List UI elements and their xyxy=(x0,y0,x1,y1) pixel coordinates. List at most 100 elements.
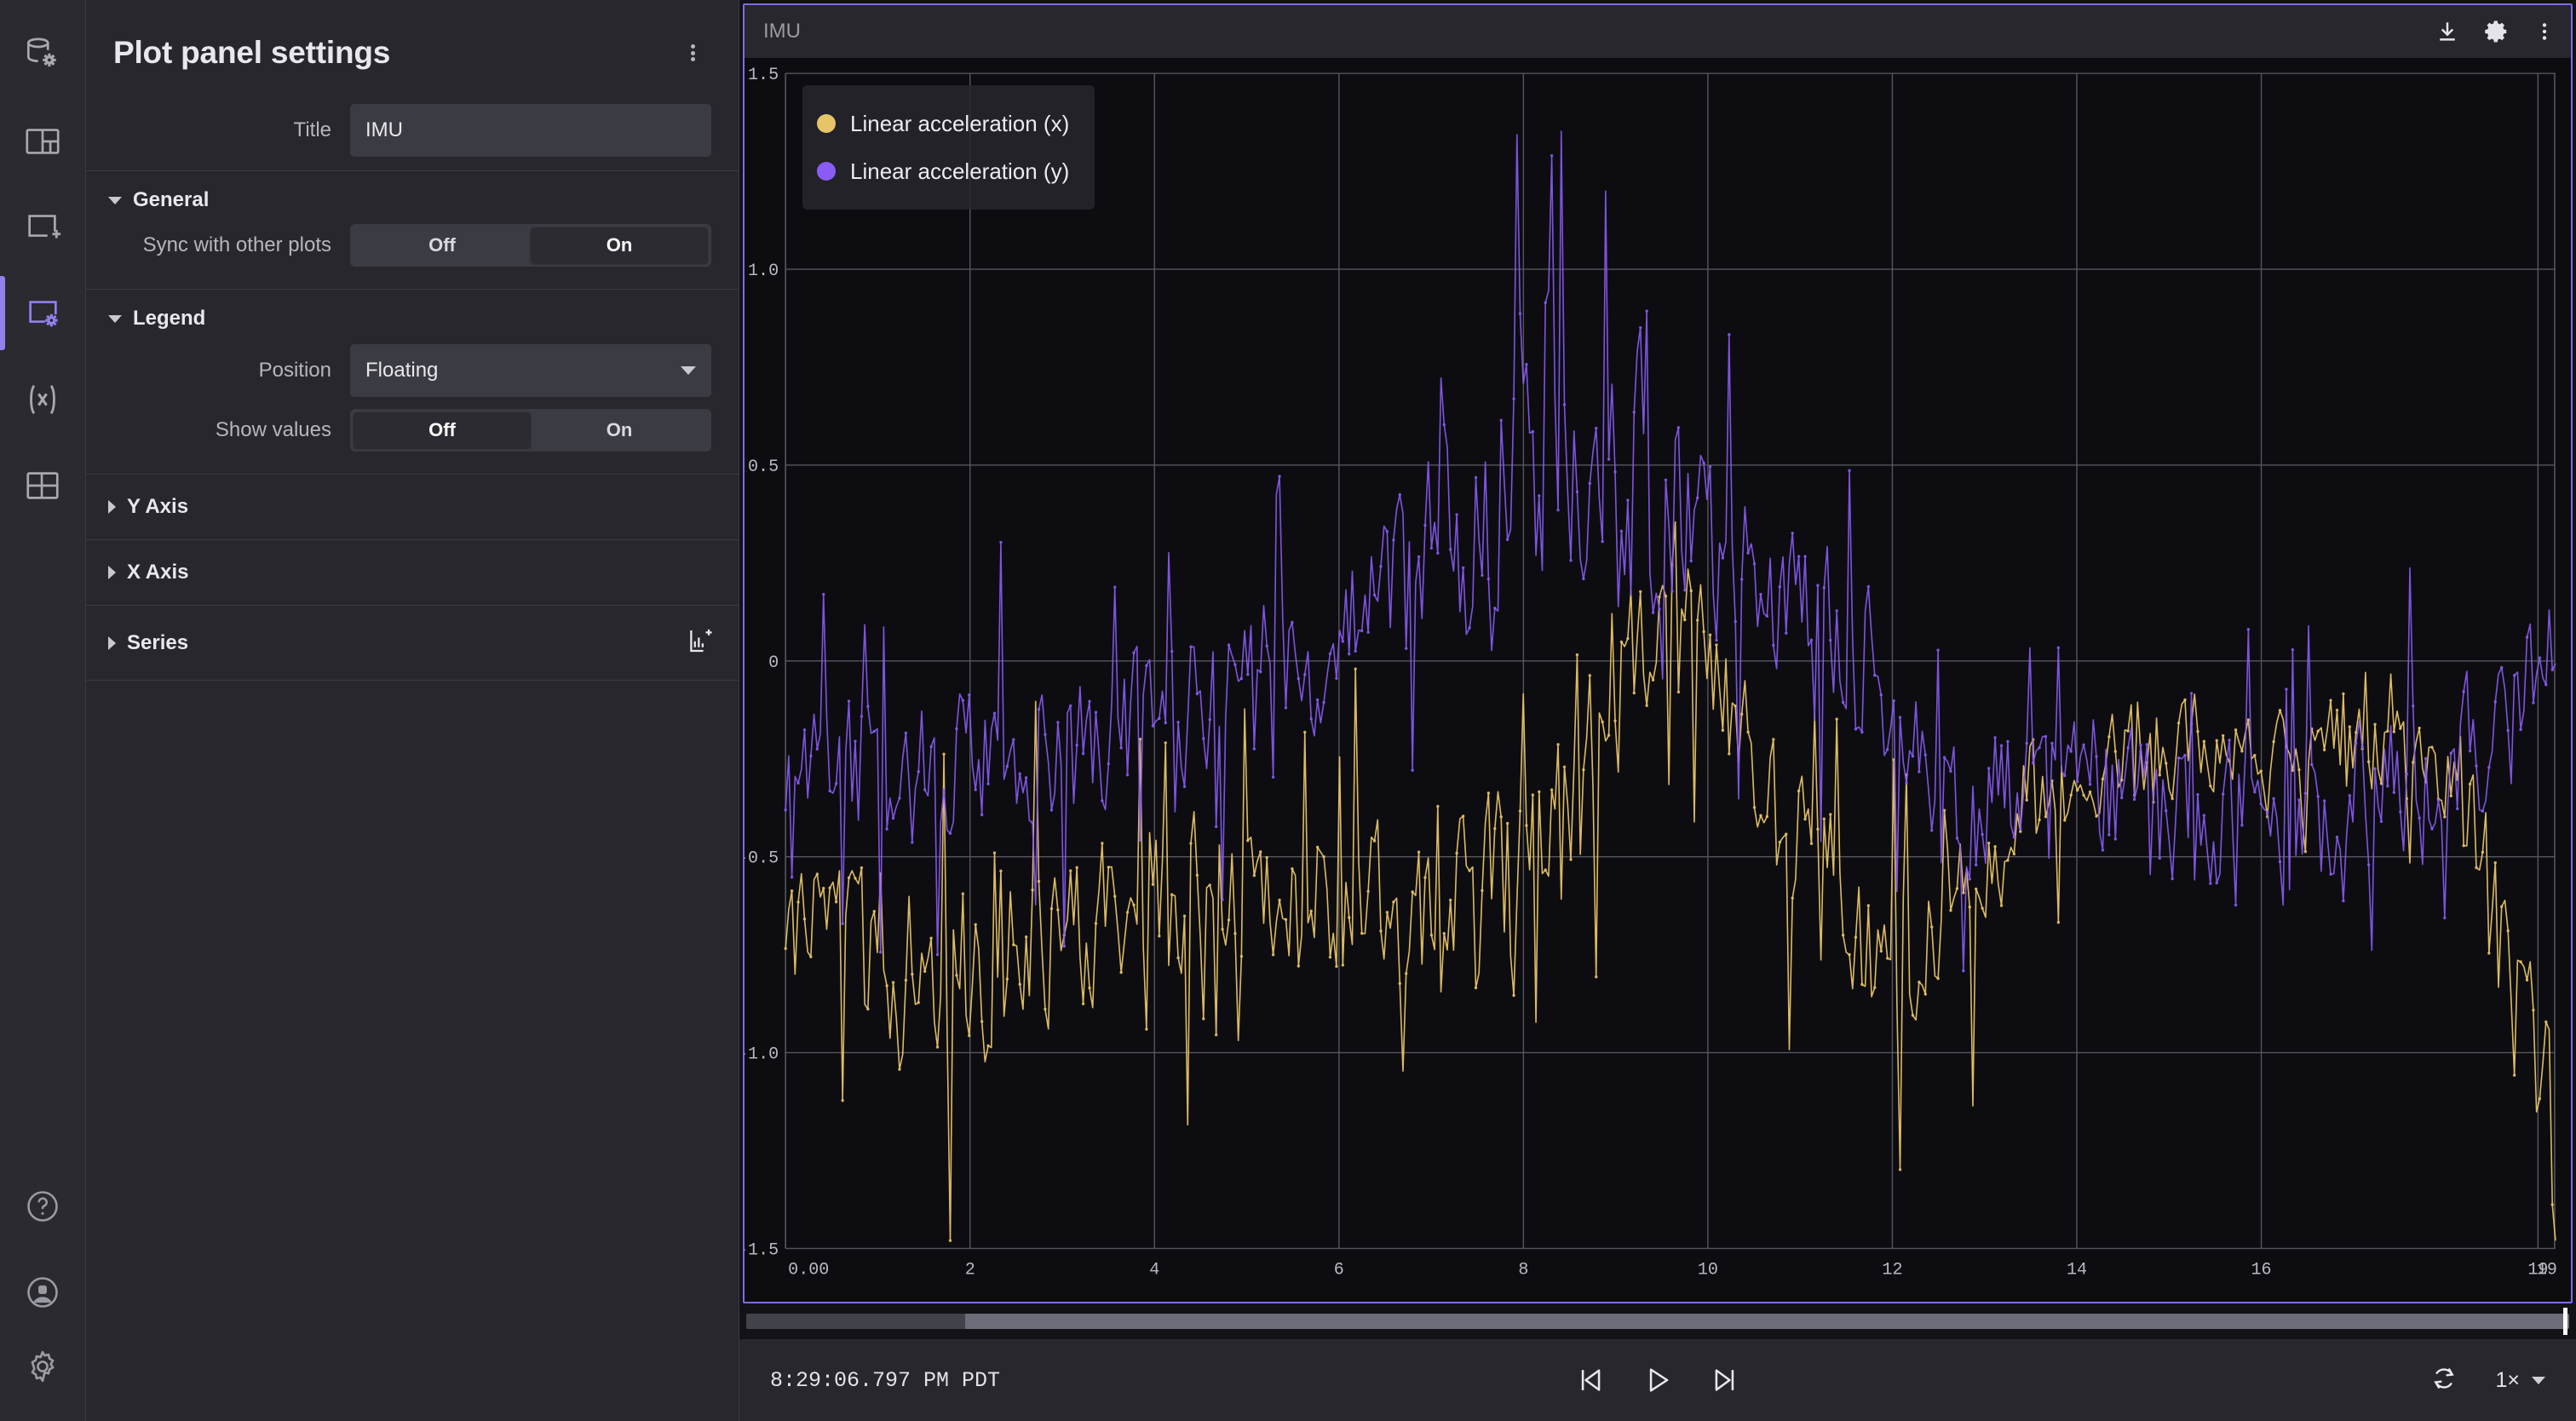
section-y-axis[interactable]: Y Axis xyxy=(86,474,739,539)
chevron-right-icon xyxy=(108,636,116,650)
svg-text:4: 4 xyxy=(1149,1261,1159,1280)
section-general: General Sync with other plots Off On xyxy=(86,170,739,289)
variables-icon xyxy=(21,378,64,421)
section-general-label: General xyxy=(133,188,209,212)
transport-controls xyxy=(1573,1364,1742,1396)
playback-right-controls: 1× xyxy=(2429,1363,2545,1398)
playback-timestamp: 8:29:06.797 PM PDT xyxy=(770,1368,1000,1393)
plot-panel-frame: IMU xyxy=(743,3,2573,1303)
layout-icon xyxy=(23,122,62,161)
svg-text:0.5: 0.5 xyxy=(748,457,779,477)
svg-text:0: 0 xyxy=(768,653,779,673)
plot-title: IMU xyxy=(763,20,801,43)
show-values-toggle-off[interactable]: Off xyxy=(354,412,531,448)
seek-backward-button[interactable] xyxy=(1573,1364,1606,1396)
svg-text:-0.5: -0.5 xyxy=(745,849,779,869)
scrubber-handle[interactable] xyxy=(2563,1308,2567,1335)
chevron-down-icon xyxy=(108,197,122,204)
playback-scrubber[interactable] xyxy=(739,1303,2576,1339)
sidebar-item-data-source[interactable] xyxy=(0,12,86,98)
repeat-icon[interactable] xyxy=(2429,1363,2459,1398)
sync-row: Sync with other plots Off On xyxy=(86,219,739,289)
svg-text:16: 16 xyxy=(2251,1261,2272,1280)
show-values-toggle-on[interactable]: On xyxy=(531,412,708,448)
legend-position-row: Position Floating xyxy=(86,337,739,397)
sidebar-item-add-panel[interactable] xyxy=(0,184,86,270)
sidebar-item-panel-settings[interactable] xyxy=(0,270,86,356)
scrubber-track[interactable] xyxy=(746,1314,2569,1329)
plot-canvas[interactable]: 1.51.00.50-0.5-1.0-1.50.0024681012141619… xyxy=(745,58,2571,1302)
add-series-icon[interactable] xyxy=(686,626,715,659)
section-y-axis-label: Y Axis xyxy=(127,495,188,519)
show-values-row: Show values Off On xyxy=(86,397,739,474)
chevron-down-icon xyxy=(108,315,122,323)
kebab-dot xyxy=(691,44,695,49)
section-series[interactable]: Series xyxy=(86,605,739,680)
legend-color-dot xyxy=(817,162,836,181)
legend-position-value: Floating xyxy=(365,359,438,383)
sidebar-item-account[interactable] xyxy=(0,1249,86,1335)
section-legend-header[interactable]: Legend xyxy=(86,290,739,337)
section-x-axis[interactable]: X Axis xyxy=(86,539,739,605)
chevron-down-icon xyxy=(681,366,696,375)
kebab-dot xyxy=(691,57,695,61)
sync-toggle-on[interactable]: On xyxy=(531,227,708,263)
show-values-toggle-group[interactable]: Off On xyxy=(350,409,711,452)
svg-text:1.0: 1.0 xyxy=(748,262,779,281)
gear-icon[interactable] xyxy=(2484,19,2510,44)
kebab-icon[interactable] xyxy=(2533,19,2556,44)
kebab-dot xyxy=(691,51,695,55)
left-icon-rail xyxy=(0,0,86,1421)
sync-toggle-group[interactable]: Off On xyxy=(350,224,711,267)
play-button[interactable] xyxy=(1642,1364,1674,1396)
legend-color-dot xyxy=(817,114,836,133)
svg-text:12: 12 xyxy=(1882,1261,1902,1280)
plot-legend[interactable]: Linear acceleration (x) Linear accelerat… xyxy=(802,85,1095,210)
svg-text:2: 2 xyxy=(965,1261,975,1280)
legend-position-select[interactable]: Floating xyxy=(350,344,711,397)
chevron-down-icon xyxy=(2532,1377,2545,1384)
plot-svg: 1.51.00.50-0.5-1.0-1.50.0024681012141619… xyxy=(745,58,2571,1302)
legend-label: Linear acceleration (x) xyxy=(850,111,1069,137)
app-root: Plot panel settings Title General Sync w… xyxy=(0,0,2576,1421)
seek-forward-button[interactable] xyxy=(1710,1364,1742,1396)
legend-item[interactable]: Linear acceleration (y) xyxy=(817,147,1069,195)
legend-item[interactable]: Linear acceleration (x) xyxy=(817,100,1069,147)
legend-label: Linear acceleration (y) xyxy=(850,158,1069,185)
extensions-icon xyxy=(23,466,62,505)
plot-area: IMU xyxy=(739,0,2576,1421)
chevron-right-icon xyxy=(108,566,116,579)
download-icon[interactable] xyxy=(2435,19,2460,44)
plot-panel-settings: Plot panel settings Title General Sync w… xyxy=(86,0,739,1421)
sidebar-item-extensions[interactable] xyxy=(0,442,86,528)
panel-overflow-menu-button[interactable] xyxy=(674,34,711,72)
title-field-label: Title xyxy=(294,118,331,142)
app-settings-gear-icon xyxy=(23,1347,62,1386)
svg-text:-1.0: -1.0 xyxy=(745,1045,779,1065)
title-input[interactable] xyxy=(350,104,711,157)
playback-speed-select[interactable]: 1× xyxy=(2495,1368,2545,1393)
section-x-axis-label: X Axis xyxy=(127,561,188,584)
sidebar-item-variables[interactable] xyxy=(0,356,86,442)
help-icon xyxy=(24,1188,61,1225)
section-series-label: Series xyxy=(127,631,188,655)
sidebar-item-layout[interactable] xyxy=(0,98,86,184)
sidebar-item-app-settings[interactable] xyxy=(0,1335,86,1421)
section-legend: Legend Position Floating Show values Off… xyxy=(86,289,739,474)
chevron-right-icon xyxy=(108,500,116,514)
panel-settings-icon xyxy=(23,294,62,333)
svg-text:10: 10 xyxy=(1698,1261,1718,1280)
svg-text:1.5: 1.5 xyxy=(748,66,779,85)
svg-text:6: 6 xyxy=(1334,1261,1344,1280)
panel-bottom-divider xyxy=(86,680,739,681)
scrubber-buffered-range xyxy=(746,1314,965,1329)
sidebar-item-help[interactable] xyxy=(0,1163,86,1249)
svg-text:8: 8 xyxy=(1518,1261,1528,1280)
account-icon xyxy=(24,1274,61,1311)
sync-toggle-off[interactable]: Off xyxy=(354,227,531,263)
add-panel-icon xyxy=(23,208,62,247)
show-values-label: Show values xyxy=(216,418,331,442)
section-general-header[interactable]: General xyxy=(86,171,739,219)
legend-position-label: Position xyxy=(259,359,331,383)
data-source-icon xyxy=(21,34,64,77)
